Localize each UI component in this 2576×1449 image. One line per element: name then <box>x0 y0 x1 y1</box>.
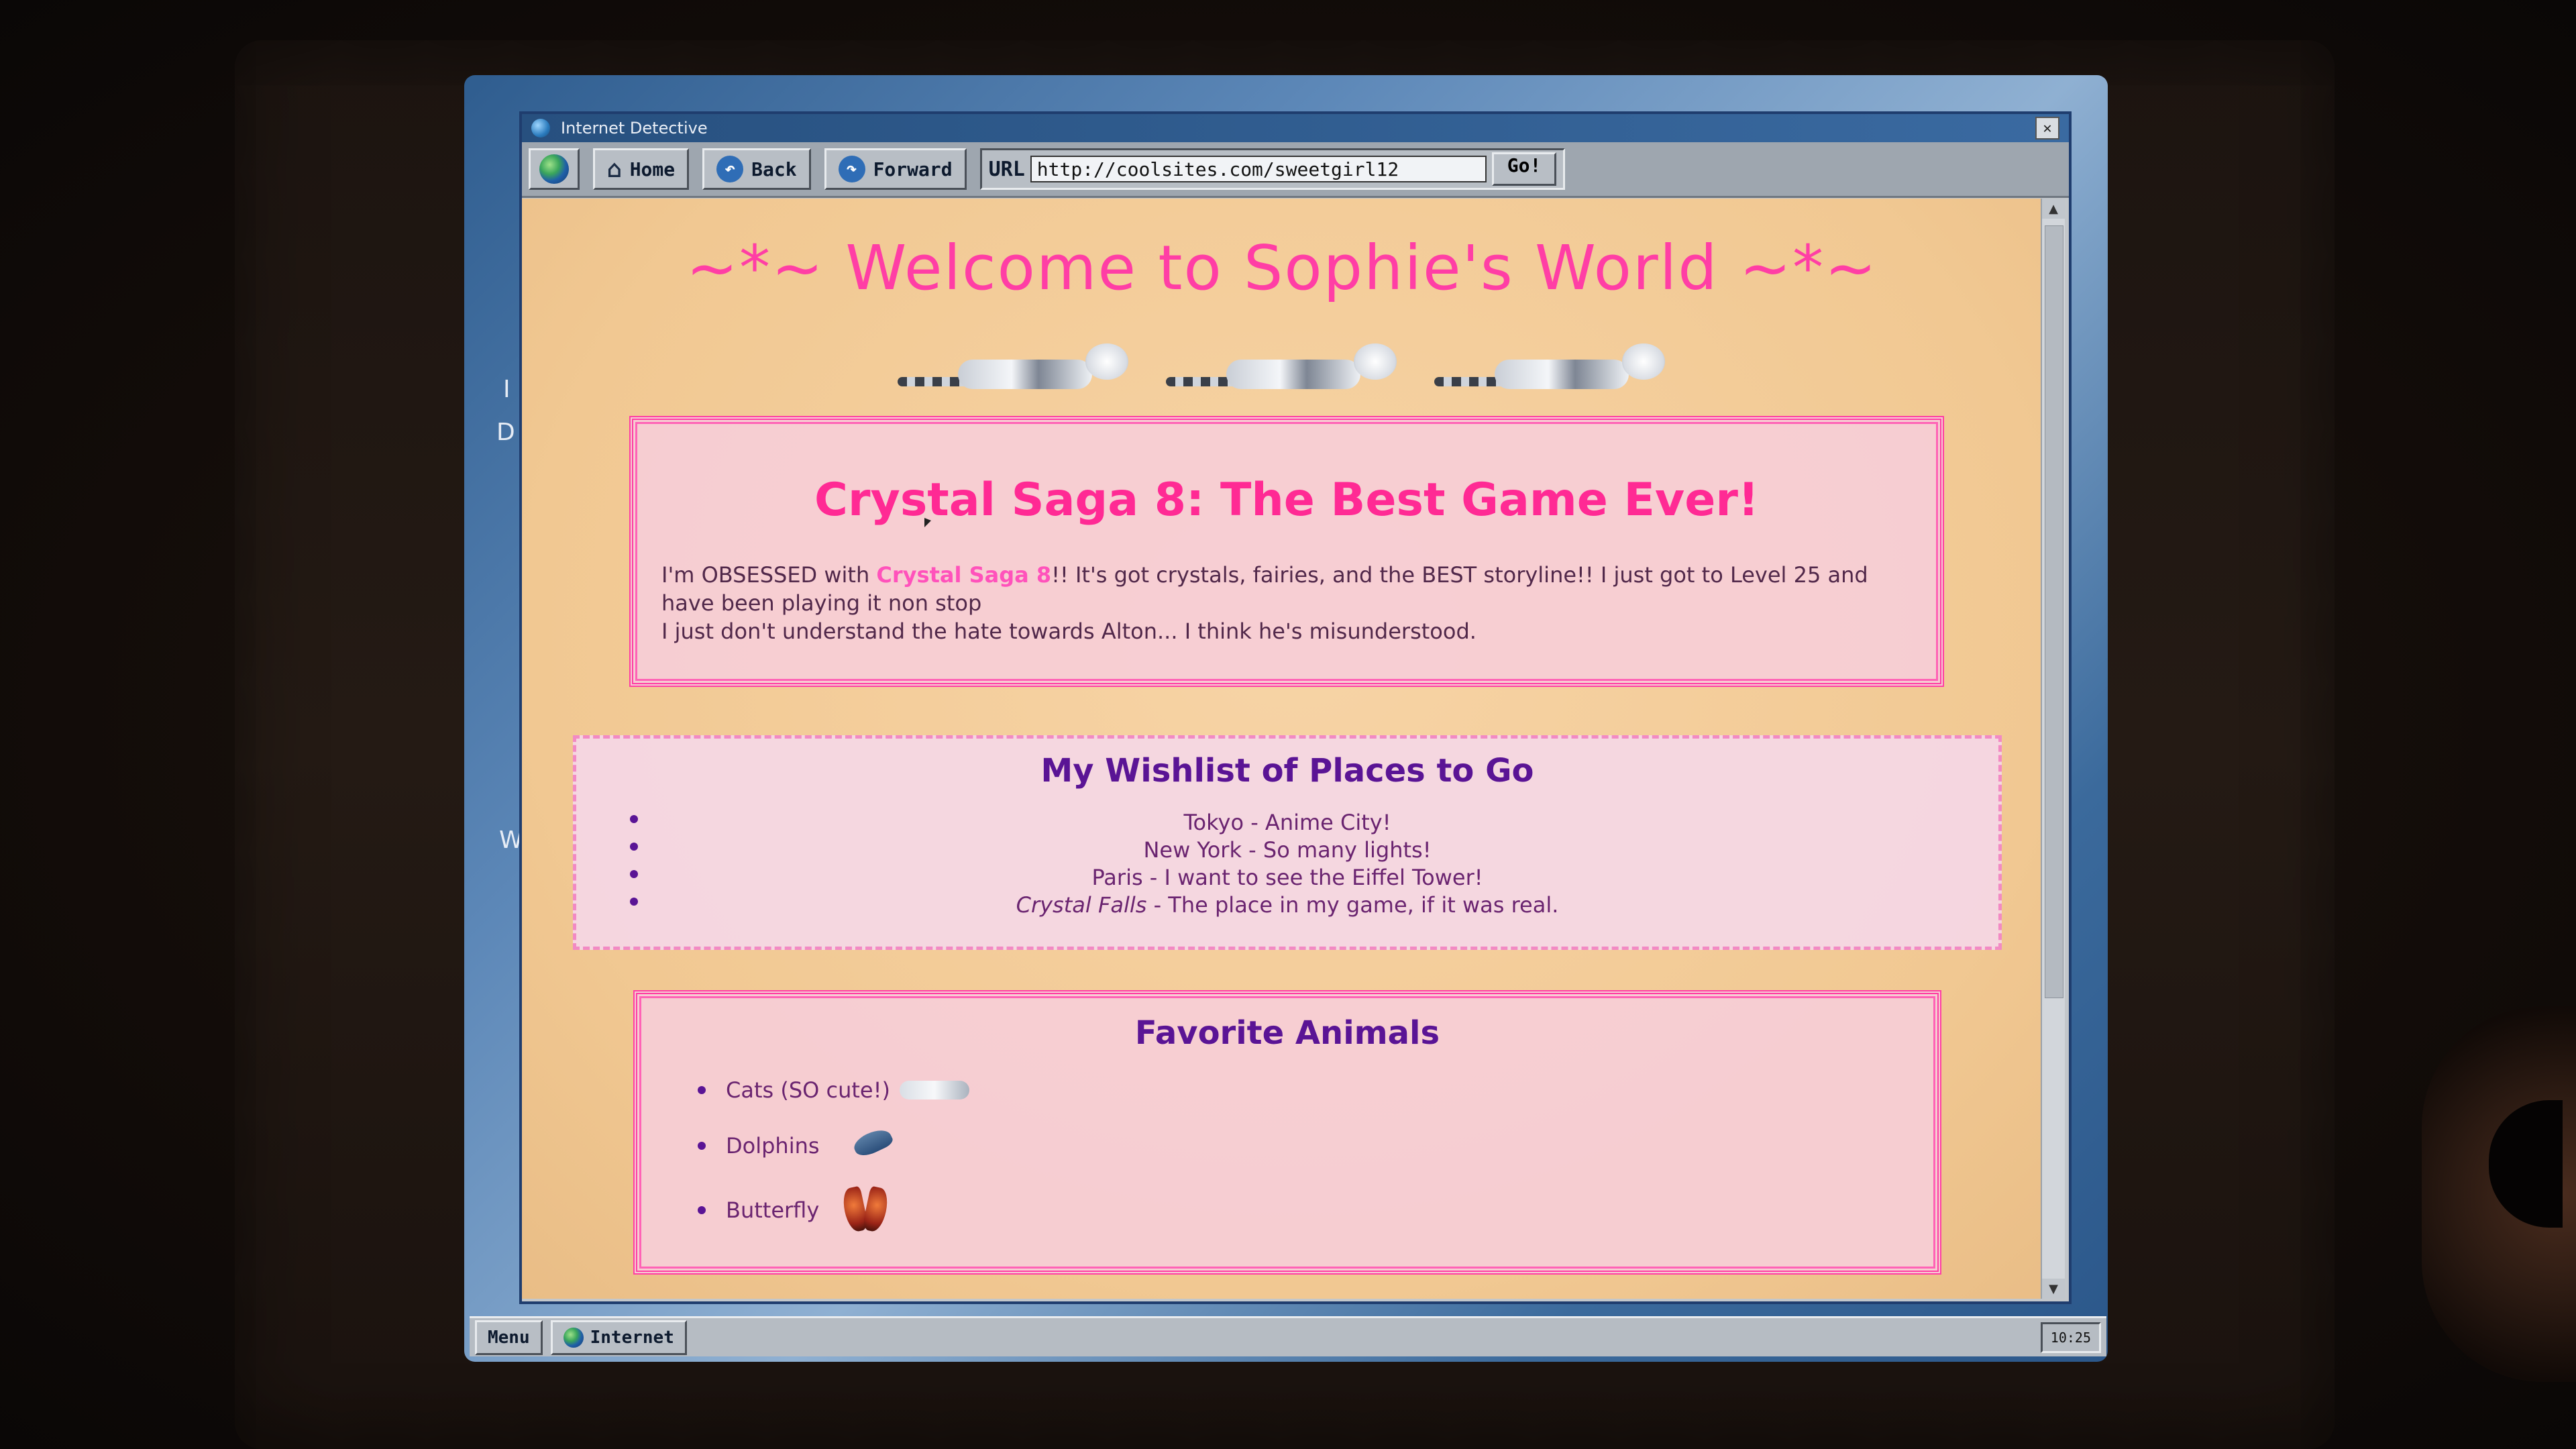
bullet <box>698 1086 706 1094</box>
mouse-cursor-icon <box>924 518 931 527</box>
page-title: ~*~ Welcome to Sophie's World ~*~ <box>686 232 1878 304</box>
cat-image <box>898 339 1139 393</box>
list-item-text: - The place in my game, if it was real. <box>1146 892 1559 918</box>
cat-icon <box>899 1081 969 1099</box>
crt-screen: I D W Internet Detective ✕ ⌂ Home ↶ Back… <box>464 75 2108 1362</box>
wishlist-heading: My Wishlist of Places to Go <box>1040 752 1534 790</box>
bullet <box>630 898 638 906</box>
page-viewport: ~*~ Welcome to Sophie's World ~*~ Crysta… <box>522 199 2065 1299</box>
animals-heading: Favorite Animals <box>1134 1014 1440 1052</box>
list-item: Crystal Falls - The place in my game, if… <box>576 892 1998 920</box>
crystal-text-start: I'm OBSESSED with <box>661 562 877 588</box>
web-page: ~*~ Welcome to Sophie's World ~*~ Crysta… <box>522 199 2042 1299</box>
list-item-text: Tokyo - Anime City! <box>1183 810 1391 835</box>
animals-list: Cats (SO cute!) Dolphins Butterfly <box>698 1067 969 1242</box>
butterfly-icon <box>840 1183 891 1237</box>
url-bar: URL Go! <box>979 148 1566 190</box>
url-input[interactable] <box>1030 156 1487 182</box>
desktop-label: I <box>503 376 511 403</box>
scroll-up-icon[interactable]: ▲ <box>2042 199 2065 219</box>
list-item-text: Paris - I want to see the Eiffel Tower! <box>1091 865 1483 890</box>
bullet <box>630 870 638 878</box>
crystal-saga-text: I'm OBSESSED with Crystal Saga 8!! It's … <box>661 561 1913 645</box>
desktop-label: D <box>496 419 515 446</box>
menu-button[interactable]: Menu <box>475 1320 543 1355</box>
crystal-saga-section: Crystal Saga 8: The Best Game Ever! I'm … <box>629 416 1944 687</box>
home-icon: ⌂ <box>607 155 622 183</box>
dolphin-icon <box>847 1125 895 1166</box>
crystal-saga-highlight: Crystal Saga 8 <box>876 562 1052 588</box>
globe-icon <box>539 154 569 184</box>
list-item-text: Butterfly <box>726 1197 820 1223</box>
window-title: Internet Detective <box>561 119 708 138</box>
internet-task-button[interactable]: Internet <box>550 1320 687 1355</box>
go-button[interactable]: Go! <box>1491 152 1557 186</box>
wishlist-section: My Wishlist of Places to Go Tokyo - Anim… <box>573 735 2002 950</box>
globe-button[interactable] <box>529 148 580 190</box>
crystal-saga-heading: Crystal Saga 8: The Best Game Ever! <box>814 474 1759 527</box>
list-item-italic: Crystal Falls <box>1016 892 1147 918</box>
home-label: Home <box>629 158 676 180</box>
internet-label: Internet <box>590 1327 674 1348</box>
browser-globe-icon <box>531 119 550 138</box>
bullet <box>630 843 638 851</box>
list-item-text: Dolphins <box>726 1133 820 1159</box>
home-button[interactable]: ⌂ Home <box>593 148 690 190</box>
scroll-thumb[interactable] <box>2045 225 2063 998</box>
list-item: Paris - I want to see the Eiffel Tower! <box>576 865 1998 892</box>
list-item-text: Cats (SO cute!) <box>726 1077 890 1103</box>
title-bar[interactable]: Internet Detective ✕ <box>522 114 2069 142</box>
list-item: New York - So many lights! <box>576 837 1998 865</box>
vertical-scrollbar[interactable]: ▲ ▼ <box>2041 199 2065 1299</box>
cat-banner <box>898 339 1676 393</box>
scroll-down-icon[interactable]: ▼ <box>2042 1279 2065 1299</box>
browser-window: Internet Detective ✕ ⌂ Home ↶ Back ↷ For… <box>519 111 2072 1304</box>
back-arrow-icon: ↶ <box>716 156 744 182</box>
globe-icon <box>563 1327 584 1348</box>
wishlist: Tokyo - Anime City! New York - So many l… <box>576 810 1998 920</box>
cat-image <box>1434 339 1676 393</box>
list-item-text: New York - So many lights! <box>1143 837 1432 863</box>
bullet <box>698 1206 706 1214</box>
list-item: Butterfly <box>698 1178 969 1242</box>
cat-image <box>1166 339 1407 393</box>
bullet <box>630 815 638 823</box>
url-label: URL <box>988 157 1025 181</box>
back-button[interactable]: ↶ Back <box>702 148 811 190</box>
list-item: Cats (SO cute!) <box>698 1067 969 1114</box>
clock: 10:25 <box>2040 1322 2101 1353</box>
forward-arrow-icon: ↷ <box>838 156 865 182</box>
forward-label: Forward <box>873 158 953 180</box>
forward-button[interactable]: ↷ Forward <box>824 148 967 190</box>
taskbar: Menu Internet 10:25 <box>470 1316 2106 1356</box>
back-label: Back <box>751 158 797 180</box>
list-item: Tokyo - Anime City! <box>576 810 1998 837</box>
bullet <box>698 1142 706 1150</box>
animals-section: Favorite Animals Cats (SO cute!) Dolphin… <box>633 990 1941 1275</box>
close-button[interactable]: ✕ <box>2035 117 2059 140</box>
toolbar: ⌂ Home ↶ Back ↷ Forward URL Go! <box>522 142 2069 198</box>
alton-text: I just don't understand the hate towards… <box>661 619 1477 644</box>
list-item: Dolphins <box>698 1114 969 1178</box>
